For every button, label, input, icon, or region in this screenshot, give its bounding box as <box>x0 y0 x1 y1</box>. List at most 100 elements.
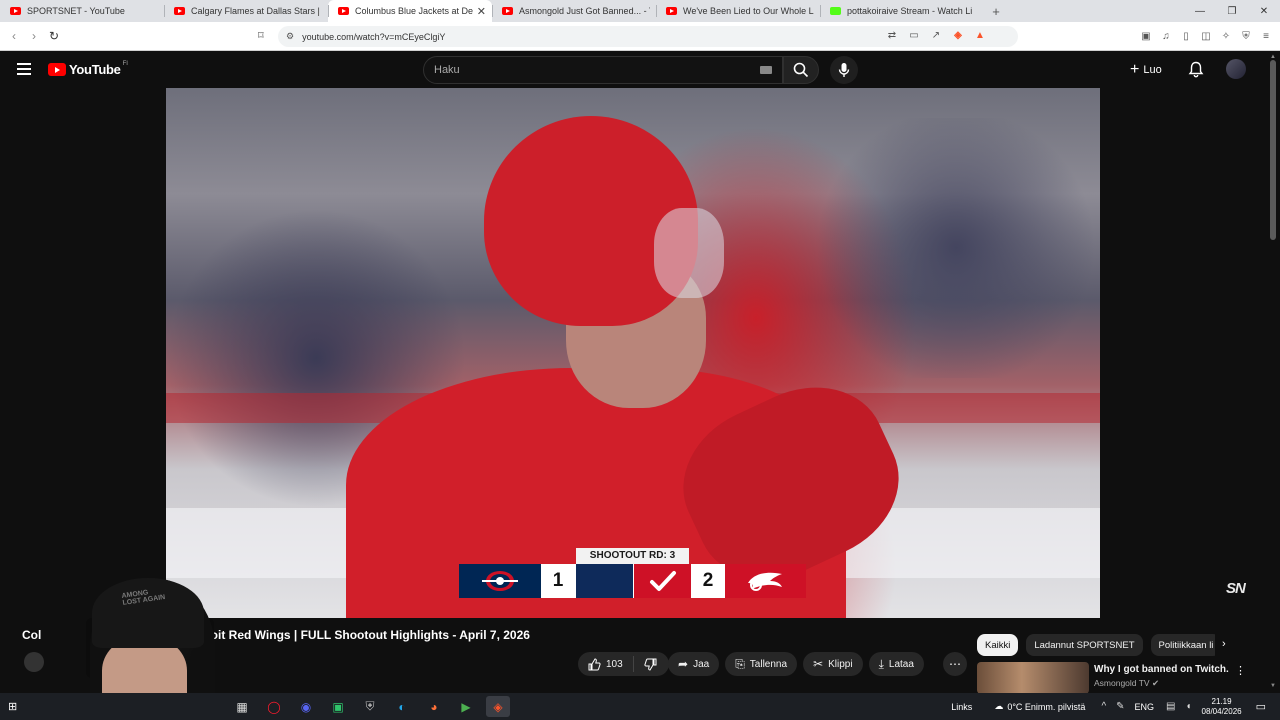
bookmark-icon[interactable]: ⌑ <box>258 29 264 42</box>
kick-icon <box>830 7 841 15</box>
brave-browser-icon[interactable]: ◈ <box>486 696 510 717</box>
chip-all[interactable]: Kaikki <box>977 634 1019 656</box>
dislike-button[interactable] <box>634 658 669 671</box>
tab-title: Columbus Blue Jackets at Detroit <box>355 6 473 16</box>
more-actions-button[interactable]: ⋯ <box>943 652 967 676</box>
scroll-down-arrow-icon[interactable]: ▼ <box>1270 683 1276 689</box>
chip-politics[interactable]: Politiikkaan li <box>1150 634 1215 656</box>
kebab-menu-icon[interactable]: ⋮ <box>1235 664 1246 677</box>
back-icon[interactable]: ‹ <box>4 29 24 43</box>
tray-overflow-icon[interactable]: ^ <box>1101 701 1106 712</box>
app-green-icon[interactable]: ▣ <box>326 696 350 717</box>
share-icon[interactable]: ↗ <box>929 28 943 42</box>
save-label: Tallenna <box>749 658 788 670</box>
network-icon[interactable]: ▤ <box>1166 701 1175 712</box>
clip-button[interactable]: ✂ Klippi <box>803 652 863 676</box>
hamburger-menu-icon[interactable] <box>17 63 31 75</box>
recommended-video[interactable]: Why I got banned on Twitch. Asmongold TV… <box>977 660 1267 694</box>
browser-tab[interactable]: Asmongold Just Got Banned... - You <box>492 0 656 22</box>
streamer-cap: AMONG LOST AGAIN <box>92 578 204 648</box>
browser-tab[interactable]: pottakoiraive Stream - Watch Li <box>820 0 984 22</box>
cap-text: AMONG LOST AGAIN <box>121 589 166 607</box>
download-label: Lataa <box>888 658 914 670</box>
like-button[interactable]: 103 <box>578 656 634 672</box>
tab-title: pottakoiraive Stream - Watch Li <box>847 6 973 16</box>
youtube-logo[interactable]: YouTube FI <box>48 61 128 77</box>
download-button[interactable]: ⤓ Lataa <box>868 652 924 676</box>
youtube-play-icon <box>48 63 66 76</box>
cast-icon[interactable]: ▭ <box>907 28 921 42</box>
notification-center-icon[interactable]: ▭ <box>1256 700 1266 713</box>
browser-tab-active[interactable]: Columbus Blue Jackets at Detroit ✕ <box>328 0 492 22</box>
extensions-icon[interactable]: ✧ <box>1220 29 1232 43</box>
verified-icon: ✔ <box>1151 678 1160 688</box>
minimize-button[interactable]: — <box>1184 0 1216 22</box>
edge-icon[interactable]: ◐ <box>390 696 414 717</box>
video-title-end: etroit Red Wings | FULL Shootout Highlig… <box>195 628 530 642</box>
close-tab-icon[interactable]: ✕ <box>477 5 486 18</box>
bookmark-save-icon: ⎘ <box>735 656 745 671</box>
video-player[interactable]: SHOOTOUT RD: 3 1 2 <box>166 88 1100 618</box>
clock-date: 08/04/2026 <box>1201 706 1242 716</box>
youtube-icon <box>666 7 677 15</box>
vpn-icon[interactable]: ⛨ <box>1240 29 1252 43</box>
vpn-shield-icon[interactable]: ⛨ <box>358 696 382 717</box>
menu-icon[interactable]: ≡ <box>1260 29 1272 43</box>
notifications-button[interactable] <box>1188 61 1204 83</box>
task-view-icon[interactable]: ▦ <box>230 696 254 717</box>
search-button[interactable] <box>783 56 819 84</box>
site-info-icon[interactable]: ⚙ <box>286 31 294 42</box>
share-button[interactable]: ➦ Jaa <box>668 652 720 676</box>
bell-icon <box>1188 61 1204 78</box>
taskbar-clock[interactable]: 21.19 08/04/2026 <box>1202 697 1242 717</box>
chevron-right-icon[interactable]: › <box>1222 638 1226 650</box>
chip-uploaded-by[interactable]: Ladannut SPORTSNET <box>1026 634 1143 656</box>
search-input[interactable]: Haku <box>423 56 783 84</box>
windows-start-icon[interactable]: ⊞ <box>8 700 17 713</box>
forward-icon[interactable]: › <box>24 29 44 43</box>
share-label: Jaa <box>693 658 710 670</box>
system-tray: Links ☁ 0°C Enimm. pilvistä ^ ✎ ENG ▤ ◖ 2… <box>951 693 1280 720</box>
save-button[interactable]: ⎘ Tallenna <box>725 652 798 676</box>
tab-title: SPORTSNET - YouTube <box>27 6 125 16</box>
pen-icon[interactable]: ✎ <box>1116 701 1124 712</box>
discord-icon[interactable]: ◉ <box>294 696 318 717</box>
tab-title: We've Been Lied to Our Whole Lives <box>683 6 814 16</box>
maximize-button[interactable]: ❐ <box>1216 0 1248 22</box>
firefox-icon[interactable]: ◕ <box>422 696 446 717</box>
away-score: 1 <box>541 564 575 598</box>
recommended-thumbnail[interactable] <box>977 662 1089 694</box>
translate-icon[interactable]: ⇄ <box>885 28 899 42</box>
search-placeholder: Haku <box>434 64 460 76</box>
new-tab-button[interactable]: + <box>984 0 1008 22</box>
media-icon[interactable]: ♫ <box>1160 29 1172 43</box>
language-indicator[interactable]: ENG <box>1135 702 1155 712</box>
brave-rewards-icon[interactable]: ▲ <box>973 28 987 42</box>
recommendation-chips: Kaikki Ladannut SPORTSNET Politiikkaan l… <box>977 634 1215 656</box>
reader-icon[interactable]: ▣ <box>1140 29 1152 43</box>
video-actions: ➦ Jaa ⎘ Tallenna ✂ Klippi ⤓ Lataa <box>668 652 924 676</box>
keyboard-icon[interactable] <box>760 66 772 74</box>
voice-search-button[interactable] <box>830 56 858 84</box>
share-arrow-icon: ➦ <box>678 657 689 671</box>
browser-tab[interactable]: We've Been Lied to Our Whole Lives <box>656 0 820 22</box>
reload-icon[interactable]: ↻ <box>44 29 64 43</box>
account-avatar[interactable] <box>1226 59 1246 79</box>
links-toolbar[interactable]: Links <box>951 702 972 712</box>
page-scrollbar[interactable] <box>1270 60 1276 240</box>
sidebar-icon[interactable]: ▯ <box>1180 29 1192 43</box>
opera-icon[interactable]: ◯ <box>262 696 286 717</box>
weather-widget[interactable]: ☁ 0°C Enimm. pilvistä <box>994 701 1085 712</box>
brave-shields-icon[interactable]: ◈ <box>951 28 965 42</box>
browser-tab[interactable]: Calgary Flames at Dallas Stars | FULL <box>164 0 328 22</box>
volume-icon[interactable]: ◖ <box>1186 701 1192 712</box>
windows-taskbar: ⊞ ▦ ◯ ◉ ▣ ⛨ ◐ ◕ ▶ ◈ Links ☁ 0°C Enimm. pi… <box>0 693 1280 720</box>
media-player-icon[interactable]: ▶ <box>454 696 478 717</box>
screenshot-icon[interactable]: ◫ <box>1200 29 1212 43</box>
clock-time: 21.19 <box>1211 696 1232 706</box>
close-window-button[interactable]: ✕ <box>1248 0 1280 22</box>
browser-tab[interactable]: SPORTSNET - YouTube <box>0 0 164 22</box>
recommended-channel: Asmongold TV ✔ <box>1094 678 1160 688</box>
create-button[interactable]: + Luo <box>1130 60 1162 80</box>
recommended-title[interactable]: Why I got banned on Twitch. <box>1094 664 1229 675</box>
